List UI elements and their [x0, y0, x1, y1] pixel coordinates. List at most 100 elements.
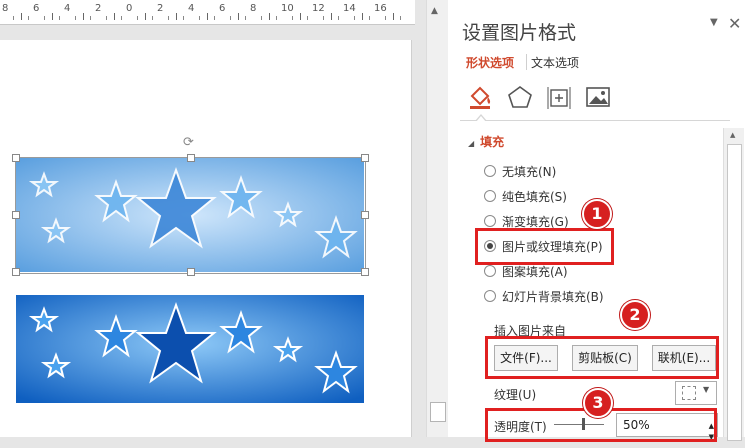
radio-dot[interactable] — [484, 190, 496, 202]
scrollbar-thumb[interactable] — [430, 402, 446, 422]
radio-no-fill[interactable]: 无填充(N) — [484, 162, 724, 180]
ruler-label: 2 — [157, 3, 164, 14]
texture-swatch-icon — [682, 386, 696, 400]
ruler-tick — [338, 16, 340, 20]
highlight-insert-buttons — [485, 336, 719, 379]
slide-canvas[interactable]: ⟳ — [0, 40, 412, 437]
ruler-tick — [43, 16, 45, 20]
star-picture[interactable] — [16, 295, 364, 403]
horizontal-ruler: 8 6 4 2 0 2 4 6 8 10 12 14 16 — [0, 0, 415, 25]
texture-label: 纹理(U) — [494, 388, 537, 402]
ruler-tick — [330, 13, 332, 20]
ruler-tick — [361, 13, 363, 20]
resize-handle[interactable] — [12, 268, 20, 276]
ruler-tick — [90, 16, 92, 20]
ruler-tick — [144, 13, 146, 20]
ruler-tick — [183, 16, 185, 20]
callout-badge: 2 — [620, 300, 650, 330]
ruler-tick — [51, 13, 53, 20]
ruler-tick — [206, 13, 208, 20]
resize-handle[interactable] — [187, 268, 195, 276]
radio-dot[interactable] — [484, 215, 496, 227]
rotate-handle-icon[interactable]: ⟳ — [183, 135, 194, 150]
ruler-tick — [276, 16, 278, 20]
ruler-tick — [74, 16, 76, 20]
tab-shape-options[interactable]: 形状选项 — [466, 54, 514, 71]
ruler-tick — [322, 16, 324, 20]
ruler-tick — [400, 16, 402, 20]
selection-frame — [15, 157, 366, 274]
ruler-tick — [260, 16, 262, 20]
ruler-tick — [229, 16, 231, 20]
scroll-up-icon[interactable]: ▲ — [730, 131, 735, 139]
ruler-label: 10 — [281, 3, 294, 14]
fill-section-title: 填充 — [480, 135, 505, 149]
close-icon[interactable]: ✕ — [728, 14, 741, 33]
callout-badge: 1 — [582, 199, 612, 229]
ruler-label: 12 — [312, 3, 325, 14]
resize-handle[interactable] — [361, 211, 369, 219]
ruler-tick — [82, 13, 84, 20]
panel-scrollbar-thumb[interactable] — [727, 144, 742, 441]
chevron-down-icon: ▼ — [703, 385, 710, 394]
ruler-tick — [105, 16, 107, 20]
picture-icon[interactable] — [584, 84, 612, 110]
callout-badge: 3 — [583, 388, 613, 418]
ruler-tick — [392, 13, 394, 20]
ruler-tick — [28, 16, 30, 20]
ruler-label: 16 — [374, 3, 387, 14]
size-properties-icon[interactable] — [545, 84, 573, 110]
ruler-tick — [307, 16, 309, 20]
ruler-label: 8 — [250, 3, 257, 14]
resize-handle[interactable] — [12, 211, 20, 219]
panel-scrollbar[interactable]: ▲ — [723, 128, 744, 441]
ruler-tick — [369, 16, 371, 20]
ruler-tick — [121, 16, 123, 20]
ruler-tick — [12, 16, 14, 20]
resize-handle[interactable] — [187, 154, 195, 162]
ruler-tick — [152, 16, 154, 20]
chevron-down-icon[interactable]: ▼ — [710, 17, 718, 28]
ruler-tick — [20, 13, 22, 20]
panel-title: 设置图片格式 — [462, 22, 577, 44]
icon-divider — [460, 120, 730, 121]
effects-pentagon-icon[interactable] — [506, 84, 534, 110]
highlight-picture-fill — [475, 228, 614, 265]
fill-section-header[interactable]: ◢ 填充 — [468, 133, 504, 150]
radio-slide-background-fill[interactable]: 幻灯片背景填充(B) — [484, 287, 724, 305]
editor-scrollbar[interactable]: ▲ — [426, 0, 448, 437]
ruler-label: 8 — [2, 3, 9, 14]
radio-dot[interactable] — [484, 290, 496, 302]
resize-handle[interactable] — [361, 268, 369, 276]
ruler-tick — [245, 16, 247, 20]
texture-dropdown[interactable]: ▼ — [675, 381, 717, 405]
ruler-tick — [136, 16, 138, 20]
ruler-tick — [167, 16, 169, 20]
ruler-tick — [291, 16, 293, 20]
radio-label: 图案填充(A) — [502, 265, 568, 279]
fill-line-icon[interactable] — [466, 84, 494, 110]
ruler-label: 4 — [188, 3, 195, 14]
radio-label: 纯色填充(S) — [502, 190, 567, 204]
radio-dot[interactable] — [484, 165, 496, 177]
radio-label: 无填充(N) — [502, 165, 557, 179]
tab-text-options[interactable]: 文本选项 — [531, 54, 579, 71]
resize-handle[interactable] — [12, 154, 20, 162]
ruler-tick — [113, 13, 115, 20]
resize-handle[interactable] — [361, 154, 369, 162]
ruler-tick — [384, 16, 386, 20]
ruler-label: 2 — [95, 3, 102, 14]
radio-label: 幻灯片背景填充(B) — [502, 290, 604, 304]
ruler-label: 0 — [126, 3, 133, 14]
ruler-tick — [353, 16, 355, 20]
ruler-tick — [59, 16, 61, 20]
collapse-triangle-icon[interactable]: ◢ — [468, 139, 474, 148]
radio-dot[interactable] — [484, 265, 496, 277]
ruler-tick — [299, 13, 301, 20]
ruler-tick — [237, 13, 239, 20]
scroll-up-icon[interactable]: ▲ — [431, 6, 438, 16]
ruler-label: 14 — [343, 3, 356, 14]
ruler-tick — [268, 13, 270, 20]
ruler-tick — [198, 16, 200, 20]
ruler-label: 6 — [219, 3, 226, 14]
